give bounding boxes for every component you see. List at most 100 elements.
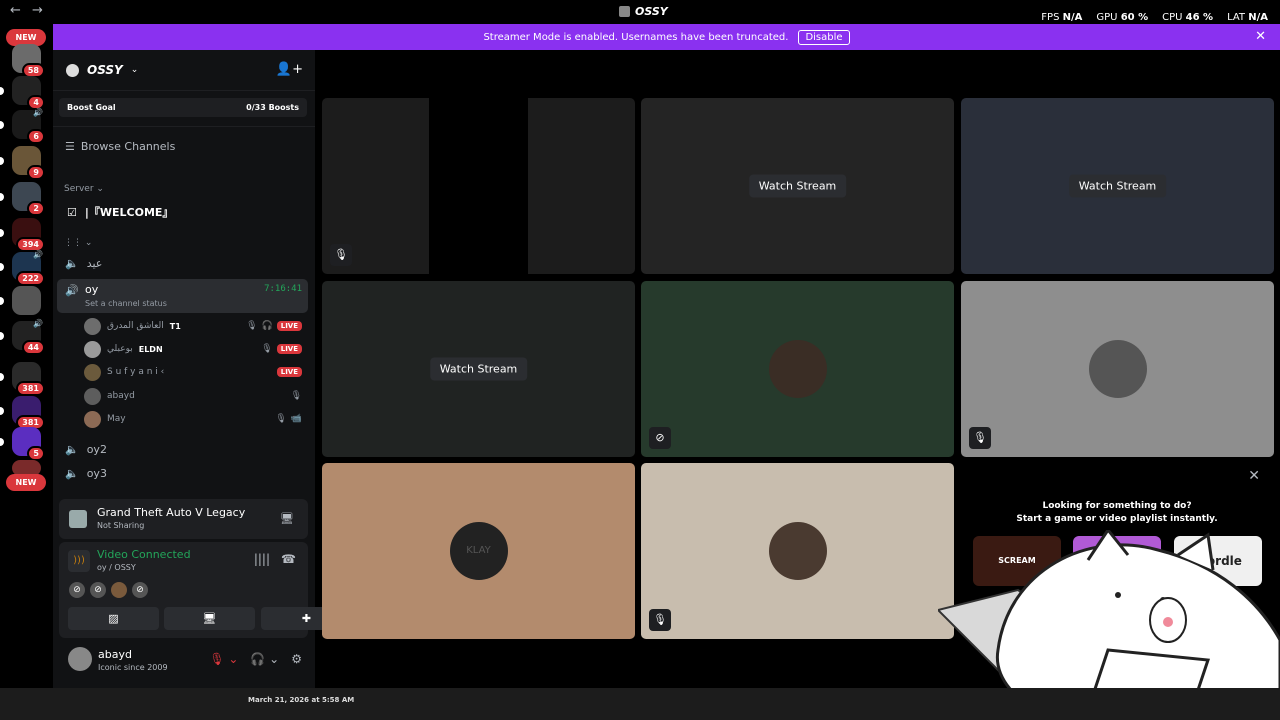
headset-icon[interactable]: 🎧 ⌄ [250, 652, 279, 666]
speaker-icon: 🔈 [65, 443, 79, 456]
voice-status[interactable]: Video Connected [97, 548, 191, 561]
participant-avatar: ⊘ [90, 582, 106, 598]
back-button[interactable]: ← [10, 3, 21, 18]
avatar [84, 410, 101, 428]
voice-user[interactable]: بوعبلي ELDN 🎙 LIVE [84, 340, 302, 358]
speaker-icon: 🔊 [33, 319, 43, 328]
stream-tile[interactable]: 🎙 [322, 98, 635, 274]
camera-toggle-button[interactable]: ▨ [68, 607, 159, 630]
forward-button[interactable]: → [32, 3, 43, 18]
unread-dot [0, 193, 4, 201]
server-icon[interactable]: 5 [0, 427, 45, 461]
voice-user[interactable]: abayd 🎙 [84, 387, 302, 405]
server-icon[interactable]: 2 [0, 182, 45, 216]
server-icon[interactable]: 58 [12, 44, 45, 78]
clan-tag: T1 [169, 321, 181, 331]
game-icon [69, 510, 87, 528]
voice-user-name: abayd [107, 391, 135, 401]
username[interactable]: abayd [98, 648, 132, 661]
fps-label: FPS [1041, 12, 1060, 23]
unread-dot [0, 438, 4, 446]
participant-tile[interactable]: ⊘ [641, 281, 954, 457]
paw-pad [1163, 617, 1173, 627]
live-badge: LIVE [276, 367, 302, 377]
voice-channel-eid[interactable]: 🔈 عيد [65, 257, 102, 270]
game-title: Grand Theft Auto V Legacy [97, 506, 246, 519]
voice-channel-oy2[interactable]: 🔈 oy2 [65, 443, 107, 456]
channel-welcome[interactable]: ☑ |『WELCOME』 [67, 204, 173, 220]
category-unnamed[interactable]: ⋮⋮ ⌄ [64, 238, 92, 248]
watch-stream-button[interactable]: Watch Stream [1068, 174, 1167, 198]
disable-button[interactable]: Disable [798, 29, 850, 45]
avatar[interactable] [68, 647, 92, 671]
participant-avatar: ⊘ [69, 582, 85, 598]
divider [53, 90, 315, 91]
lat-value: N/A [1248, 12, 1268, 23]
channel-status[interactable]: Set a channel status [85, 299, 167, 308]
disconnect-icon[interactable]: ☎ [281, 552, 296, 566]
speaker-icon: 🔈 [65, 257, 79, 270]
noise-suppression-icon[interactable]: |||| [254, 552, 270, 566]
boost-goal[interactable]: Boost Goal 0/33 Boosts [59, 98, 307, 117]
lat-label: LAT [1227, 12, 1246, 23]
user-panel: abayd Iconic since 2009 🎙 ⌄ 🎧 ⌄ ⚙ [59, 642, 308, 682]
server-icon[interactable]: 4 [0, 76, 45, 110]
voice-connection-panel: ))) Video Connected oy / OSSY |||| ☎ ⊘ ⊘… [59, 542, 352, 638]
voice-channel-oy[interactable]: 🔊 oy 7:16:41 Set a channel status [57, 279, 308, 313]
mic-muted-icon: 🎙 [261, 344, 273, 354]
avatar [84, 317, 101, 335]
participant-tile[interactable]: KLAY [322, 463, 635, 639]
signal-icon: ))) [68, 550, 90, 572]
server-icon [619, 6, 630, 17]
voice-channel-oy3[interactable]: 🔈 oy3 [65, 467, 107, 480]
boost-label: Boost Goal [67, 103, 116, 112]
watch-stream-button[interactable]: Watch Stream [748, 174, 847, 198]
speaker-icon: 🔈 [65, 467, 79, 480]
server-icon[interactable]: 🔊 44 [0, 319, 45, 355]
voice-user[interactable]: May 🎙 📹 [84, 410, 302, 428]
share-screen-button[interactable]: 🖥 [164, 607, 255, 630]
avatar [1088, 340, 1147, 398]
server-icon[interactable]: 🔊 6 [0, 108, 45, 144]
invite-icon[interactable]: 👤+ [276, 62, 303, 77]
server-icon[interactable]: 381 [0, 362, 45, 396]
server-icon[interactable] [0, 286, 41, 315]
streamer-mode-banner: Streamer Mode is enabled. Usernames have… [53, 24, 1280, 50]
guild-icon [66, 63, 79, 77]
gpu-label: GPU [1096, 12, 1118, 23]
watch-stream-button[interactable]: Watch Stream [429, 357, 528, 381]
mention-badge: 6 [27, 129, 45, 144]
share-screen-icon[interactable]: 🖥 [280, 512, 294, 525]
close-icon[interactable]: ✕ [1248, 468, 1260, 484]
guild-header[interactable]: OSSY ⌄ 👤+ [53, 50, 315, 90]
participant-avatar: ⊘ [132, 582, 148, 598]
gear-icon[interactable]: ⚙ [291, 652, 302, 666]
close-icon[interactable]: ✕ [1255, 29, 1266, 44]
clan-tag: ELDN [138, 344, 163, 354]
voice-channel-path[interactable]: oy / OSSY [97, 563, 136, 572]
server-icon[interactable]: 394 [0, 218, 45, 252]
window-title-text: OSSY [635, 5, 668, 18]
stream-tile[interactable]: Watch Stream [322, 281, 635, 457]
user-status: Iconic since 2009 [98, 663, 168, 672]
boost-value: 0/33 Boosts [246, 103, 299, 112]
voice-user[interactable]: S u f y a n i ‹ LIVE [84, 363, 302, 381]
participant-tile[interactable]: 🎙 [961, 281, 1274, 457]
video-area [429, 98, 528, 274]
server-icon[interactable]: 9 [0, 146, 45, 180]
browse-channels[interactable]: ☰ Browse Channels [65, 140, 175, 153]
mention-badge: 2 [27, 201, 45, 216]
new-unreads-pill[interactable]: NEW [6, 474, 46, 491]
cat-eye [1115, 592, 1121, 598]
mic-muted-icon[interactable]: 🎙 ⌄ [209, 652, 238, 666]
desktop-strip: March 21, 2026 at 5:58 AM [0, 688, 1280, 720]
voice-channel-oy2-label: oy2 [86, 443, 107, 456]
voice-user[interactable]: العاشق المدرق T1 🎙 🎧 LIVE [84, 317, 302, 335]
stream-tile[interactable]: Watch Stream [641, 98, 954, 274]
server-icon[interactable]: 🔊 222 [0, 250, 45, 286]
participant-tile[interactable]: 🎙 [641, 463, 954, 639]
category-server[interactable]: Server ⌄ [64, 184, 104, 194]
server-icon[interactable]: 381 [0, 396, 45, 430]
camera-icon: 📹 [290, 414, 302, 424]
stream-tile[interactable]: Watch Stream [961, 98, 1274, 274]
